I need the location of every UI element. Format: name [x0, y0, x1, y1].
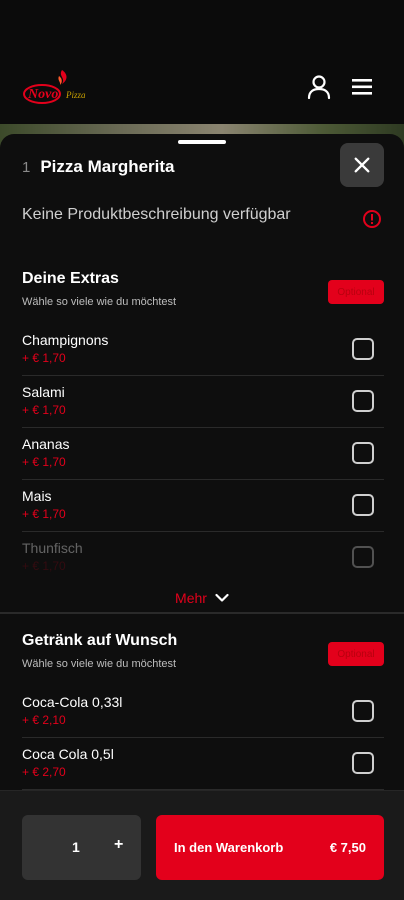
- option-price: + € 1,70: [22, 455, 66, 469]
- drag-handle[interactable]: [178, 140, 226, 144]
- show-more-button[interactable]: Mehr: [0, 586, 404, 610]
- option-price: + € 1,70: [22, 559, 66, 573]
- svg-text:Novo: Novo: [27, 87, 58, 102]
- order-footer: 1 + In den Warenkorb € 7,50: [0, 790, 404, 900]
- svg-text:Pizza: Pizza: [65, 90, 86, 100]
- quantity-value: 1: [72, 839, 80, 855]
- logo-icon: Novo Pizza: [23, 70, 86, 104]
- optional-badge: Optional: [328, 642, 384, 666]
- option-checkbox[interactable]: [352, 752, 374, 774]
- option-checkbox[interactable]: [352, 442, 374, 464]
- close-button[interactable]: [340, 143, 384, 187]
- info-icon[interactable]: [362, 209, 382, 229]
- optional-badge: Optional: [328, 280, 384, 304]
- section-subtitle: Wähle so viele wie du möchtest: [22, 658, 177, 670]
- product-title: Pizza Margherita: [40, 157, 175, 176]
- brand-logo[interactable]: Novo Pizza: [22, 66, 102, 106]
- extra-option-row[interactable]: Salami + € 1,70: [22, 376, 384, 428]
- product-description: Keine Produktbeschreibung verfügbar: [22, 206, 291, 223]
- option-price: + € 1,70: [22, 507, 66, 521]
- show-more-label: Mehr: [175, 590, 207, 606]
- add-to-cart-button[interactable]: In den Warenkorb € 7,50: [156, 815, 384, 880]
- section-subtitle: Wähle so viele wie du möchtest: [22, 296, 177, 308]
- hamburger-menu-icon[interactable]: [350, 74, 376, 100]
- product-sheet: 1 Pizza Margherita Keine Produktbeschrei…: [0, 134, 404, 900]
- option-name: Coca Cola 0,5l: [22, 746, 114, 762]
- user-account-icon[interactable]: [306, 74, 332, 100]
- extra-option-row[interactable]: Mais + € 1,70: [22, 480, 384, 532]
- option-name: Mais: [22, 488, 52, 504]
- section-divider: [0, 612, 404, 614]
- option-checkbox[interactable]: [352, 546, 374, 568]
- section-title: Deine Extras: [22, 270, 119, 287]
- add-to-cart-label: In den Warenkorb: [174, 840, 284, 855]
- option-name: Coca-Cola 0,33l: [22, 694, 123, 710]
- option-price: + € 2,10: [22, 713, 66, 727]
- option-price: + € 2,70: [22, 765, 66, 779]
- extra-option-row[interactable]: Champignons + € 1,70: [22, 324, 384, 376]
- option-name: Thunfisch: [22, 540, 83, 556]
- quantity-plus-button[interactable]: +: [114, 836, 123, 854]
- drink-option-row[interactable]: Coca-Cola 0,33l + € 2,10: [22, 686, 384, 738]
- drink-option-row[interactable]: Coca Cola 0,5l + € 2,70: [22, 738, 384, 790]
- close-icon: [354, 157, 370, 173]
- quantity-stepper[interactable]: 1 +: [22, 815, 141, 880]
- cart-total-price: € 7,50: [329, 840, 366, 855]
- option-price: + € 1,70: [22, 403, 66, 417]
- option-name: Champignons: [22, 332, 109, 348]
- option-checkbox[interactable]: [352, 390, 374, 412]
- product-header: 1 Pizza Margherita: [22, 156, 175, 178]
- option-checkbox[interactable]: [352, 338, 374, 360]
- extra-option-row[interactable]: Ananas + € 1,70: [22, 428, 384, 480]
- option-name: Salami: [22, 384, 65, 400]
- section-title: Getränk auf Wunsch: [22, 632, 178, 649]
- option-checkbox[interactable]: [352, 494, 374, 516]
- option-name: Ananas: [22, 436, 70, 452]
- extra-option-row[interactable]: Thunfisch + € 1,70: [22, 532, 384, 584]
- app-root: Novo Pizza 1 Pizza Margherita Keine Prod…: [0, 0, 404, 900]
- option-checkbox[interactable]: [352, 700, 374, 722]
- option-price: + € 1,70: [22, 351, 66, 365]
- product-number: 1: [22, 158, 31, 176]
- top-bar: Novo Pizza: [0, 0, 404, 124]
- chevron-down-icon: [215, 593, 229, 602]
